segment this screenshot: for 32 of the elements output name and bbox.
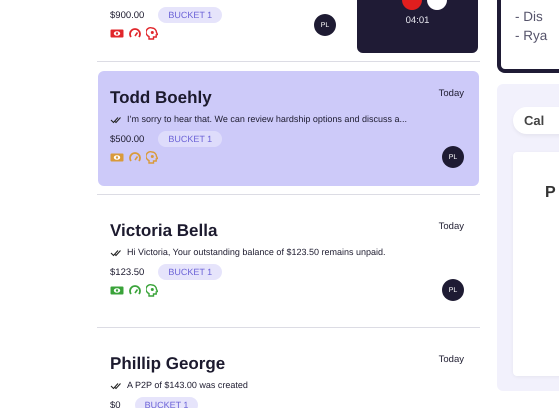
note-line: - Dis	[515, 8, 544, 26]
bucket-tag: BUCKET 1	[158, 264, 222, 280]
head-icon	[146, 284, 158, 297]
panel-heading: P	[545, 184, 557, 202]
message-preview: Hi Victoria, Your outstanding balance of $123.50 remains unpaid.	[127, 247, 386, 257]
bucket-tag: BUCKET 1	[158, 131, 222, 147]
amount-label: $0	[110, 400, 121, 408]
conversation-card[interactable]: Phillip George Today A P2P of $143.00 was created $0 BUCKET 1	[98, 337, 479, 408]
gauge-icon	[129, 285, 141, 296]
date-label: Today	[438, 354, 464, 365]
message-preview: A P2P of $143.00 was created	[127, 380, 248, 390]
amount-label: $900.00	[110, 10, 144, 20]
date-label: Today	[438, 221, 464, 232]
message-preview: I’m sorry to hear that. We can review hardship options and discuss a...	[127, 114, 407, 124]
date-label: Today	[438, 88, 464, 99]
gauge-icon	[129, 28, 141, 39]
call-timer: 04:01	[406, 15, 430, 26]
contact-name: Todd Boehly	[110, 87, 212, 109]
gauge-icon	[129, 152, 141, 163]
head-icon	[146, 151, 158, 164]
panel-tab[interactable]: Cal	[513, 107, 559, 134]
double-check-icon	[110, 248, 121, 256]
contact-name: Phillip George	[110, 353, 226, 375]
amount-label: $500.00	[110, 134, 144, 144]
double-check-icon	[110, 380, 121, 390]
bucket-tag: BUCKET 1	[134, 397, 198, 408]
bucket-tag: BUCKET 1	[158, 7, 222, 23]
amount-label: $123.50	[110, 266, 144, 278]
contact-name: Victoria Bella	[110, 220, 218, 242]
double-check-icon	[110, 114, 121, 124]
head-icon	[146, 27, 158, 40]
note-line: - Rya	[515, 27, 548, 45]
